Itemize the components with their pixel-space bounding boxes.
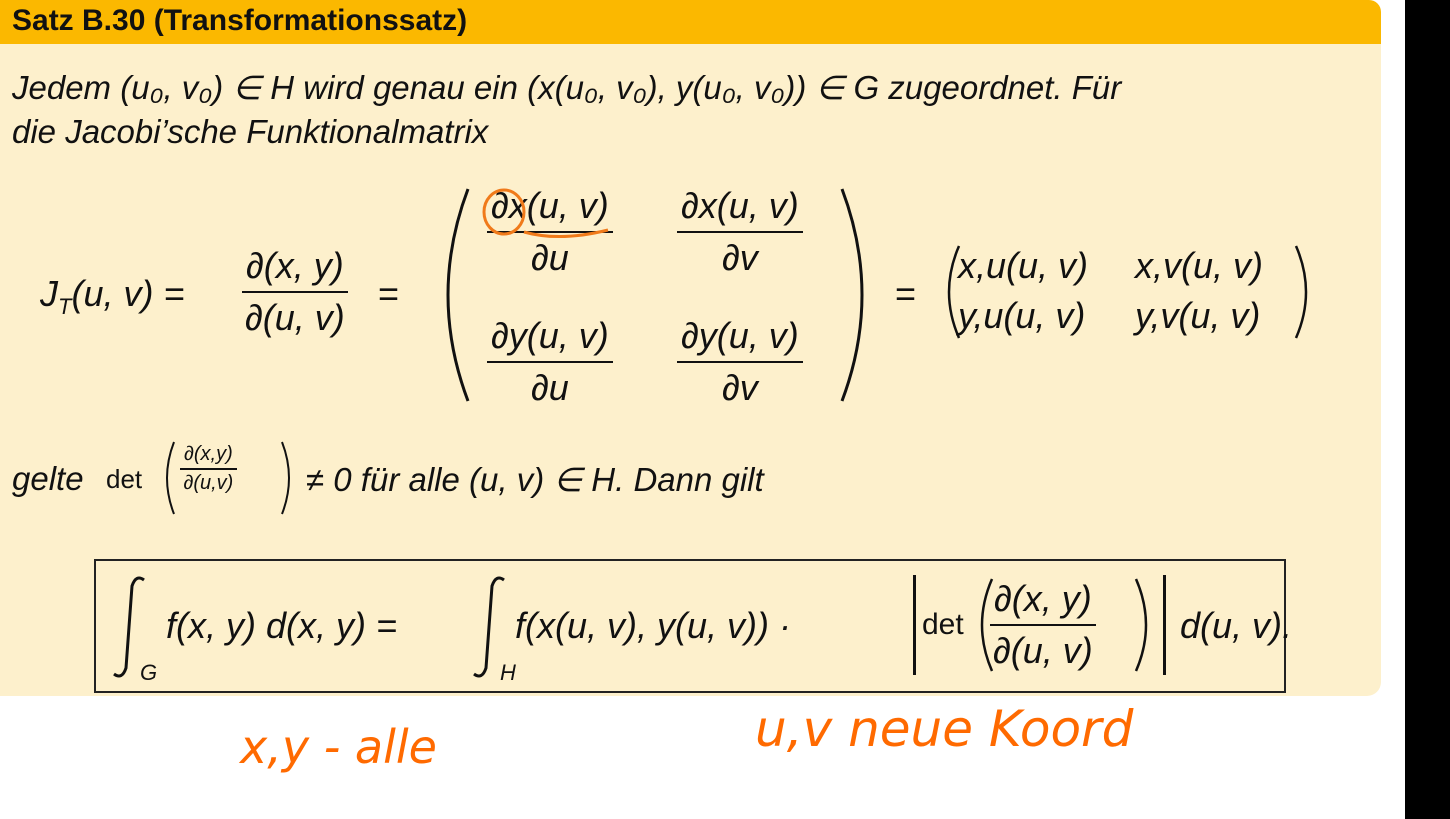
matrix-entry-22: ∂y(u, v) ∂v: [677, 315, 803, 409]
left-paren-large: [446, 188, 470, 402]
integral-det-label: det: [922, 608, 964, 641]
equals-sign: =: [378, 273, 400, 314]
handwritten-circle-annotation: [482, 188, 609, 238]
integral-right-domain: H: [500, 660, 516, 685]
integral-fraction: ∂(x, y) ∂(u, v): [990, 578, 1096, 672]
small-paren-left: [166, 441, 175, 515]
statement-line-1: Jedem (u₀, v₀) ∈ H wird genau ein (x(u₀,…: [12, 69, 1122, 106]
handwritten-note-right: u,v neue Koord: [755, 700, 1134, 758]
black-side-bar: [1405, 0, 1450, 819]
integral-left-domain: G: [140, 660, 158, 685]
handwritten-note-left: x,y - alle: [240, 720, 437, 774]
jacobian-lhs: JT(u, v) =: [40, 273, 185, 320]
matrix-r22: y,v(u, v): [1135, 295, 1261, 336]
right-paren-small: [1294, 245, 1308, 339]
jacobian-fraction: ∂(x, y) ∂(u, v): [242, 245, 348, 339]
matrix-r11: x,u(u, v): [958, 245, 1089, 286]
statement-line-2: die Jacobi’sche Funktionalmatrix: [12, 113, 489, 150]
integral-left-expr: f(x, y) d(x, y) =: [166, 605, 398, 646]
integral-right-expr: f(x(u, v), y(u, v)) ·: [515, 605, 791, 646]
gelte-suffix: ≠ 0 für alle (u, v) ∈ H. Dann gilt: [306, 461, 764, 498]
right-paren-large: [840, 188, 864, 402]
gelte-prefix: gelte: [12, 460, 84, 497]
small-paren-right: [281, 441, 290, 515]
integral-end: d(u, v).: [1180, 605, 1293, 646]
abs-bar-left: [913, 575, 916, 675]
abs-bar-right: [1163, 575, 1166, 675]
small-fraction: ∂(x,y) ∂(u,v): [180, 443, 237, 495]
matrix-entry-12: ∂x(u, v) ∂v: [677, 185, 803, 279]
theorem-title: Satz B.30 (Transformationssatz): [12, 4, 468, 37]
theorem-header: Satz B.30 (Transformationssatz): [0, 0, 1381, 44]
matrix-entry-21: ∂y(u, v) ∂u: [487, 315, 613, 409]
det-label-small: det: [106, 464, 143, 494]
theorem-block: Satz B.30 (Transformationssatz) Jedem (u…: [0, 0, 1381, 700]
equals-sign-2: =: [895, 273, 917, 314]
matrix-r12: x,v(u, v): [1135, 245, 1264, 286]
matrix-r21: y,u(u, v): [958, 295, 1086, 336]
integral-paren-right: [1134, 578, 1148, 672]
